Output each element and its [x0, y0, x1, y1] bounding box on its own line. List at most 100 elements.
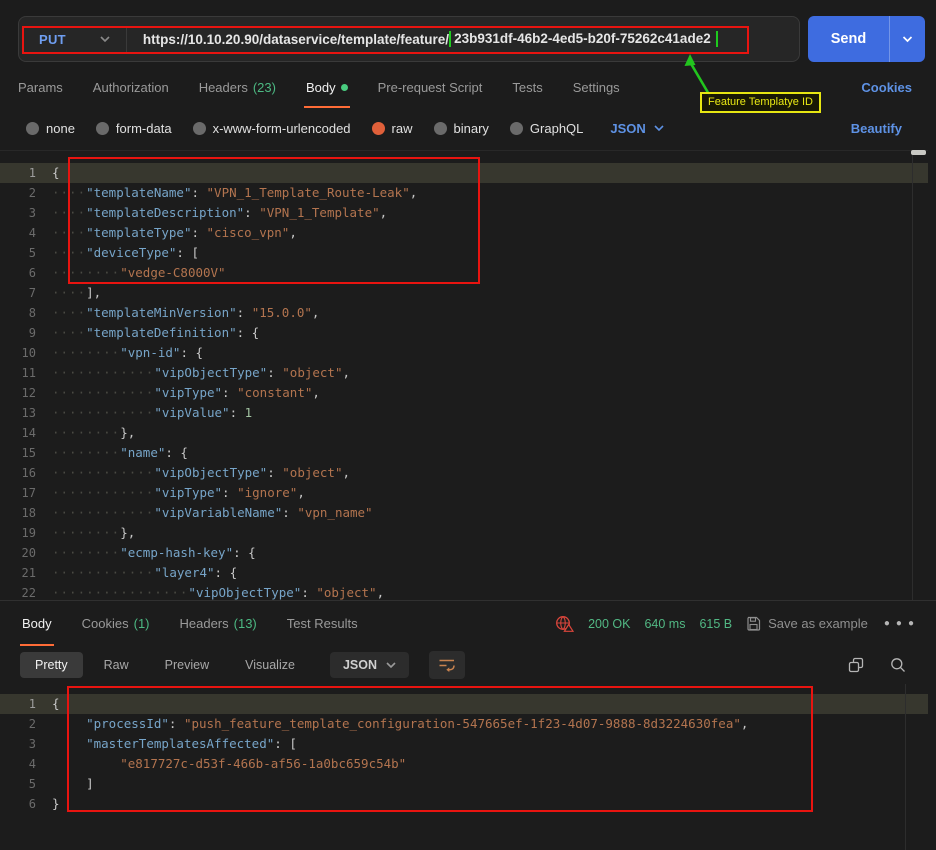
tab-settings[interactable]: Settings — [571, 66, 622, 108]
token-p: : — [222, 385, 237, 400]
token-s: "vedge-C8000V" — [120, 265, 225, 280]
code-line[interactable]: 3····"templateDescription": "VPN_1_Templ… — [0, 203, 928, 223]
response-size[interactable]: 615 B — [699, 617, 732, 631]
editor-scrollbar-thumb[interactable] — [911, 150, 926, 155]
view-visualize[interactable]: Visualize — [230, 652, 310, 678]
response-tab-body[interactable]: Body — [20, 601, 54, 646]
network-warning-icon[interactable] — [555, 615, 574, 632]
method-select[interactable]: PUT — [19, 32, 126, 47]
view-pretty[interactable]: Pretty — [20, 652, 83, 678]
code-text: ············"vipType": "constant", — [52, 383, 320, 403]
tab-pre-request-script[interactable]: Pre-request Script — [376, 66, 485, 108]
code-text: ····"templateDescription": "VPN_1_Templa… — [52, 203, 387, 223]
tab-params[interactable]: Params — [16, 66, 65, 108]
save-as-example-label: Save as example — [768, 616, 868, 631]
code-line[interactable]: 1{ — [0, 694, 928, 714]
response-tab-test-results[interactable]: Test Results — [285, 601, 360, 646]
code-text: ················"vipObjectType": "object… — [52, 583, 384, 600]
response-body-editor[interactable]: 1{2 "processId": "push_feature_template_… — [0, 684, 928, 850]
response-tab-cookies[interactable]: Cookies(1) — [80, 601, 152, 646]
line-number: 1 — [0, 163, 52, 183]
body-mode-label: binary — [454, 121, 489, 136]
line-number: 6 — [0, 794, 52, 814]
body-mode-options: none form-data x-www-form-urlencoded raw bin… — [26, 121, 583, 136]
code-line[interactable]: 16············"vipObjectType": "object", — [0, 463, 928, 483]
code-text: ····"templateMinVersion": "15.0.0", — [52, 303, 319, 323]
cookies-link[interactable]: Cookies — [861, 66, 920, 108]
save-as-example-button[interactable]: Save as example — [746, 616, 868, 631]
body-mode-binary[interactable]: binary — [434, 121, 489, 136]
tab-label: Headers — [180, 616, 229, 631]
code-line[interactable]: 8····"templateMinVersion": "15.0.0", — [0, 303, 928, 323]
send-button[interactable]: Send — [808, 16, 925, 62]
response-tab-headers[interactable]: Headers(13) — [178, 601, 259, 646]
view-preview[interactable]: Preview — [150, 652, 224, 678]
code-line[interactable]: 1{ — [0, 163, 928, 183]
body-mode-graphql[interactable]: GraphQL — [510, 121, 583, 136]
code-line[interactable]: 9····"templateDefinition": { — [0, 323, 928, 343]
code-line[interactable]: 4····"templateType": "cisco_vpn", — [0, 223, 928, 243]
code-line[interactable]: 7····], — [0, 283, 928, 303]
code-line[interactable]: 22················"vipObjectType": "obje… — [0, 583, 928, 600]
whitespace: ············ — [52, 365, 154, 380]
token-p: , — [289, 225, 297, 240]
line-number: 4 — [0, 754, 52, 774]
tab-headers[interactable]: Headers(23) — [197, 66, 278, 108]
code-line[interactable]: 10········"vpn-id": { — [0, 343, 928, 363]
code-line[interactable]: 18············"vipVariableName": "vpn_na… — [0, 503, 928, 523]
send-options-dropdown[interactable] — [889, 16, 925, 62]
view-raw[interactable]: Raw — [89, 652, 144, 678]
tab-tests[interactable]: Tests — [510, 66, 544, 108]
token-p: : — [191, 225, 206, 240]
code-text: ············"vipValue": 1 — [52, 403, 252, 423]
code-line[interactable]: 15········"name": { — [0, 443, 928, 463]
save-icon — [746, 616, 761, 631]
line-number: 14 — [0, 423, 52, 443]
language-select[interactable]: JSON — [610, 121, 663, 136]
code-line[interactable]: 13············"vipValue": 1 — [0, 403, 928, 423]
code-line[interactable]: 4 "e817727c-d53f-466b-af56-1a0bc659c54b" — [0, 754, 928, 774]
whitespace: ········ — [52, 445, 120, 460]
code-line[interactable]: 17············"vipType": "ignore", — [0, 483, 928, 503]
code-text: ····"deviceType": [ — [52, 243, 199, 263]
response-time[interactable]: 640 ms — [644, 617, 685, 631]
annotation-callout-label: Feature Templatye ID — [700, 92, 821, 113]
body-mode-x-www-form-urlencoded[interactable]: x-www-form-urlencoded — [193, 121, 351, 136]
code-line[interactable]: 11············"vipObjectType": "object", — [0, 363, 928, 383]
tab-body[interactable]: Body — [304, 66, 350, 108]
whitespace: ············ — [52, 485, 154, 500]
code-line[interactable]: 6} — [0, 794, 928, 814]
response-language-select[interactable]: JSON — [330, 652, 409, 678]
code-line[interactable]: 14········}, — [0, 423, 928, 443]
tab-authorization[interactable]: Authorization — [91, 66, 171, 108]
code-text: } — [52, 794, 60, 814]
response-scrollbar-track[interactable] — [905, 684, 906, 850]
code-line[interactable]: 12············"vipType": "constant", — [0, 383, 928, 403]
beautify-link[interactable]: Beautify — [851, 121, 910, 136]
tab-label: Headers — [199, 80, 248, 95]
editor-scrollbar-track[interactable] — [912, 150, 913, 600]
token-k: "vipVariableName" — [154, 505, 282, 520]
body-mode-row: none form-data x-www-form-urlencoded raw bin… — [0, 108, 936, 148]
code-line[interactable]: 2 "processId": "push_feature_template_co… — [0, 714, 928, 734]
body-mode-form-data[interactable]: form-data — [96, 121, 172, 136]
code-line[interactable]: 3 "masterTemplatesAffected": [ — [0, 734, 928, 754]
wrap-lines-button[interactable] — [429, 651, 465, 679]
code-text: ····], — [52, 283, 101, 303]
line-number: 2 — [0, 714, 52, 734]
code-line[interactable]: 20········"ecmp-hash-key": { — [0, 543, 928, 563]
status-badge[interactable]: 200 OK — [588, 617, 630, 631]
body-mode-raw[interactable]: raw — [372, 121, 413, 136]
code-line[interactable]: 19········}, — [0, 523, 928, 543]
search-icon[interactable] — [890, 657, 906, 673]
code-line[interactable]: 5 ] — [0, 774, 928, 794]
code-line[interactable]: 21············"layer4": { — [0, 563, 928, 583]
url-input[interactable]: https://10.10.20.90/dataservice/template… — [127, 31, 718, 47]
code-line[interactable]: 2····"templateName": "VPN_1_Template_Rou… — [0, 183, 928, 203]
copy-icon[interactable] — [848, 657, 864, 673]
code-line[interactable]: 5····"deviceType": [ — [0, 243, 928, 263]
more-options-button[interactable]: ● ● ● — [882, 618, 916, 629]
body-mode-none[interactable]: none — [26, 121, 75, 136]
request-body-editor[interactable]: 1{2····"templateName": "VPN_1_Template_R… — [0, 150, 928, 600]
code-line[interactable]: 6········"vedge-C8000V" — [0, 263, 928, 283]
